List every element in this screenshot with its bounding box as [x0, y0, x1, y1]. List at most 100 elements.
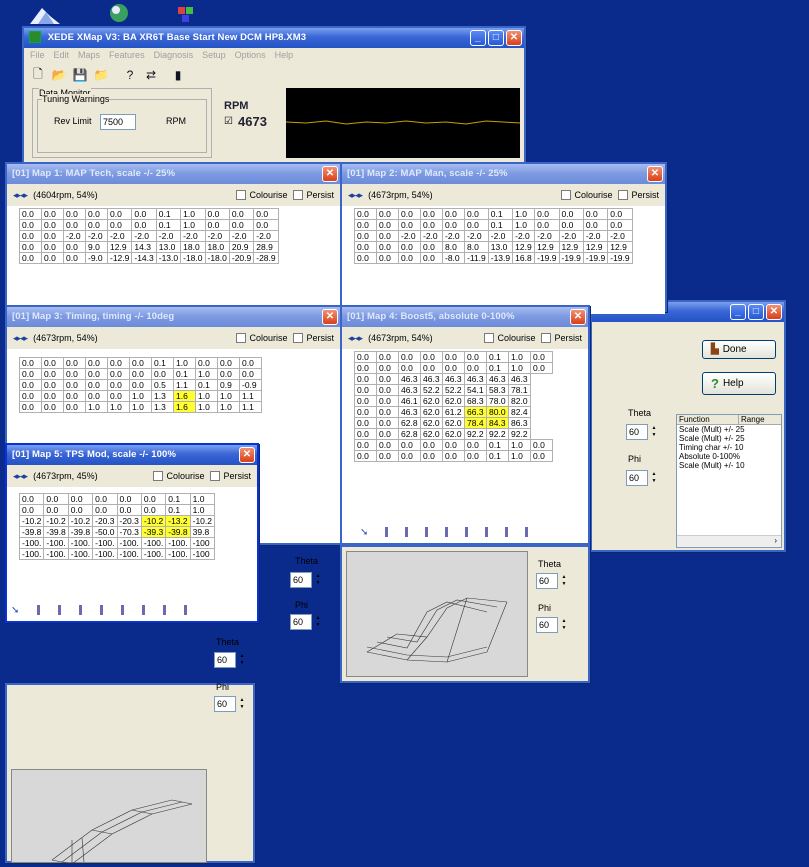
table-cell[interactable]: 0.0 [376, 241, 399, 253]
list-item[interactable]: Timing char +/- 10 [677, 443, 781, 452]
map1-title-bar[interactable]: [01] Map 1: MAP Tech, scale -/- 25% ✕ [7, 164, 340, 184]
table-cell[interactable]: 9.0 [85, 241, 108, 253]
up-arrow-icon[interactable]: ▲ [314, 615, 322, 622]
table-cell[interactable]: 0.0 [18, 504, 45, 516]
help-icon[interactable]: ? [122, 68, 138, 83]
table-cell[interactable]: 1.0 [180, 219, 206, 231]
table-cell[interactable]: -2.0 [442, 230, 465, 242]
map3-close-button[interactable]: ✕ [322, 309, 338, 325]
table-cell[interactable]: 0.0 [376, 373, 399, 385]
table-cell[interactable]: 0.1 [486, 351, 509, 363]
table-cell[interactable]: -39.8 [18, 526, 45, 538]
table-cell[interactable]: 0.0 [464, 219, 489, 231]
table-cell[interactable]: 0.0 [534, 208, 560, 220]
table-cell[interactable]: 46.3 [420, 373, 443, 385]
table-cell[interactable]: 0.0 [92, 504, 118, 516]
table-cell[interactable]: 0.0 [41, 379, 64, 391]
table-cell[interactable]: 0.0 [354, 428, 377, 440]
menu-features[interactable]: Features [109, 50, 145, 62]
table-cell[interactable]: 0.0 [63, 379, 86, 391]
down-arrow-icon[interactable]: ▼ [650, 432, 658, 439]
table-cell[interactable]: 0.0 [239, 357, 262, 369]
column-bar[interactable] [465, 527, 469, 537]
up-arrow-icon[interactable]: ▲ [650, 425, 658, 432]
table-cell[interactable]: -2.0 [607, 230, 633, 242]
table-cell[interactable]: 0.0 [398, 241, 421, 253]
done-button[interactable]: ▙ Done [702, 340, 776, 359]
table-cell[interactable]: -100. [67, 537, 94, 549]
down-arrow-icon[interactable]: ▼ [560, 581, 568, 588]
table-cell[interactable]: 62.0 [420, 417, 443, 429]
table-cell[interactable]: 0.0 [354, 208, 377, 220]
table-cell[interactable]: 0.0 [376, 428, 399, 440]
table-cell[interactable]: 0.0 [140, 493, 167, 505]
table-cell[interactable]: 0.0 [63, 390, 86, 402]
table-cell[interactable]: 0.0 [376, 252, 399, 264]
table-cell[interactable]: -2.0 [420, 230, 443, 242]
up-arrow-icon[interactable]: ▲ [560, 618, 568, 625]
desktop-icon-colors[interactable] [174, 4, 204, 26]
table-cell[interactable]: -2.0 [253, 230, 279, 242]
table-cell[interactable]: -14.3 [131, 252, 157, 264]
table-cell[interactable]: -20.3 [92, 515, 118, 527]
help-button[interactable]: ? Help [702, 372, 776, 395]
table-cell[interactable]: 46.3 [508, 373, 531, 385]
map4-close-button[interactable]: ✕ [570, 309, 586, 325]
table-cell[interactable]: -13.9 [487, 252, 514, 264]
table-cell[interactable]: 0.0 [376, 219, 399, 231]
table-cell[interactable]: 0.0 [106, 219, 133, 231]
table-cell[interactable]: 0.0 [41, 230, 64, 242]
table-cell[interactable]: 62.8 [398, 428, 421, 440]
table-cell[interactable]: 46.3 [398, 384, 421, 396]
table-cell[interactable]: -19.9 [534, 252, 560, 264]
table-cell[interactable]: 0.0 [398, 208, 421, 220]
table-cell[interactable]: 0.0 [420, 362, 443, 374]
table-cell[interactable]: 0.0 [41, 241, 64, 253]
table-cell[interactable]: -100. [67, 548, 94, 560]
range-column-header[interactable]: Range [739, 415, 765, 424]
table-cell[interactable]: 0.0 [398, 450, 421, 462]
table-cell[interactable]: 0.0 [420, 252, 443, 264]
table-cell[interactable]: 58.3 [486, 384, 509, 396]
table-cell[interactable]: 0.0 [67, 493, 94, 505]
table-cell[interactable]: 0.0 [420, 208, 443, 220]
map5-colourise-checkbox[interactable]: Colourise [153, 471, 204, 481]
table-cell[interactable]: -39.8 [43, 526, 69, 538]
menu-file[interactable]: File [30, 50, 45, 62]
table-cell[interactable]: 0.0 [420, 439, 443, 451]
table-cell[interactable]: 0.1 [155, 219, 182, 231]
table-cell[interactable]: 0.0 [19, 252, 42, 264]
menu-options[interactable]: Options [235, 50, 266, 62]
table-cell[interactable]: -10.2 [189, 515, 216, 527]
table-cell[interactable]: 0.1 [486, 450, 509, 462]
map3-3d-plot[interactable] [11, 769, 207, 865]
table-cell[interactable]: 0.0 [354, 351, 377, 363]
table-cell[interactable]: 78.0 [486, 395, 509, 407]
table-cell[interactable]: 0.0 [376, 395, 399, 407]
map5-table[interactable]: 0.0 0.0 0.0 0.0 0.0 0.0 0.1 1.0 0.0 0.0 0.0 0.0 0.0 0… [18, 493, 216, 560]
table-cell[interactable]: -2.0 [204, 230, 230, 242]
table-cell[interactable]: 0.0 [464, 439, 487, 451]
down-arrow-icon[interactable]: ▼ [650, 478, 658, 485]
table-cell[interactable]: 0.0 [442, 450, 465, 462]
menu-setup[interactable]: Setup [202, 50, 226, 62]
table-cell[interactable]: 62.0 [442, 417, 465, 429]
plot-theta-spinner[interactable]: 60 ▲ ▼ [536, 573, 568, 589]
table-cell[interactable]: 0.0 [420, 351, 443, 363]
table-cell[interactable]: -10.2 [140, 515, 167, 527]
table-cell[interactable]: 0.0 [107, 379, 130, 391]
resize-arrow-icon[interactable]: ➘ [360, 527, 368, 538]
table-cell[interactable]: 1.0 [85, 401, 108, 413]
table-cell[interactable]: -0.9 [239, 379, 262, 391]
table-cell[interactable]: 0.0 [228, 219, 255, 231]
table-cell[interactable]: 0.0 [204, 219, 230, 231]
table-cell[interactable]: 0.0 [398, 351, 421, 363]
table-cell[interactable]: 0.0 [19, 379, 42, 391]
table-cell[interactable]: 1.0 [195, 390, 218, 402]
table-cell[interactable]: -2.0 [582, 230, 609, 242]
table-cell[interactable]: 1.0 [508, 362, 531, 374]
table-cell[interactable]: -19.9 [582, 252, 609, 264]
table-cell[interactable]: 0.0 [41, 357, 64, 369]
close-button[interactable]: ✕ [506, 30, 522, 46]
table-cell[interactable]: 0.0 [354, 373, 377, 385]
